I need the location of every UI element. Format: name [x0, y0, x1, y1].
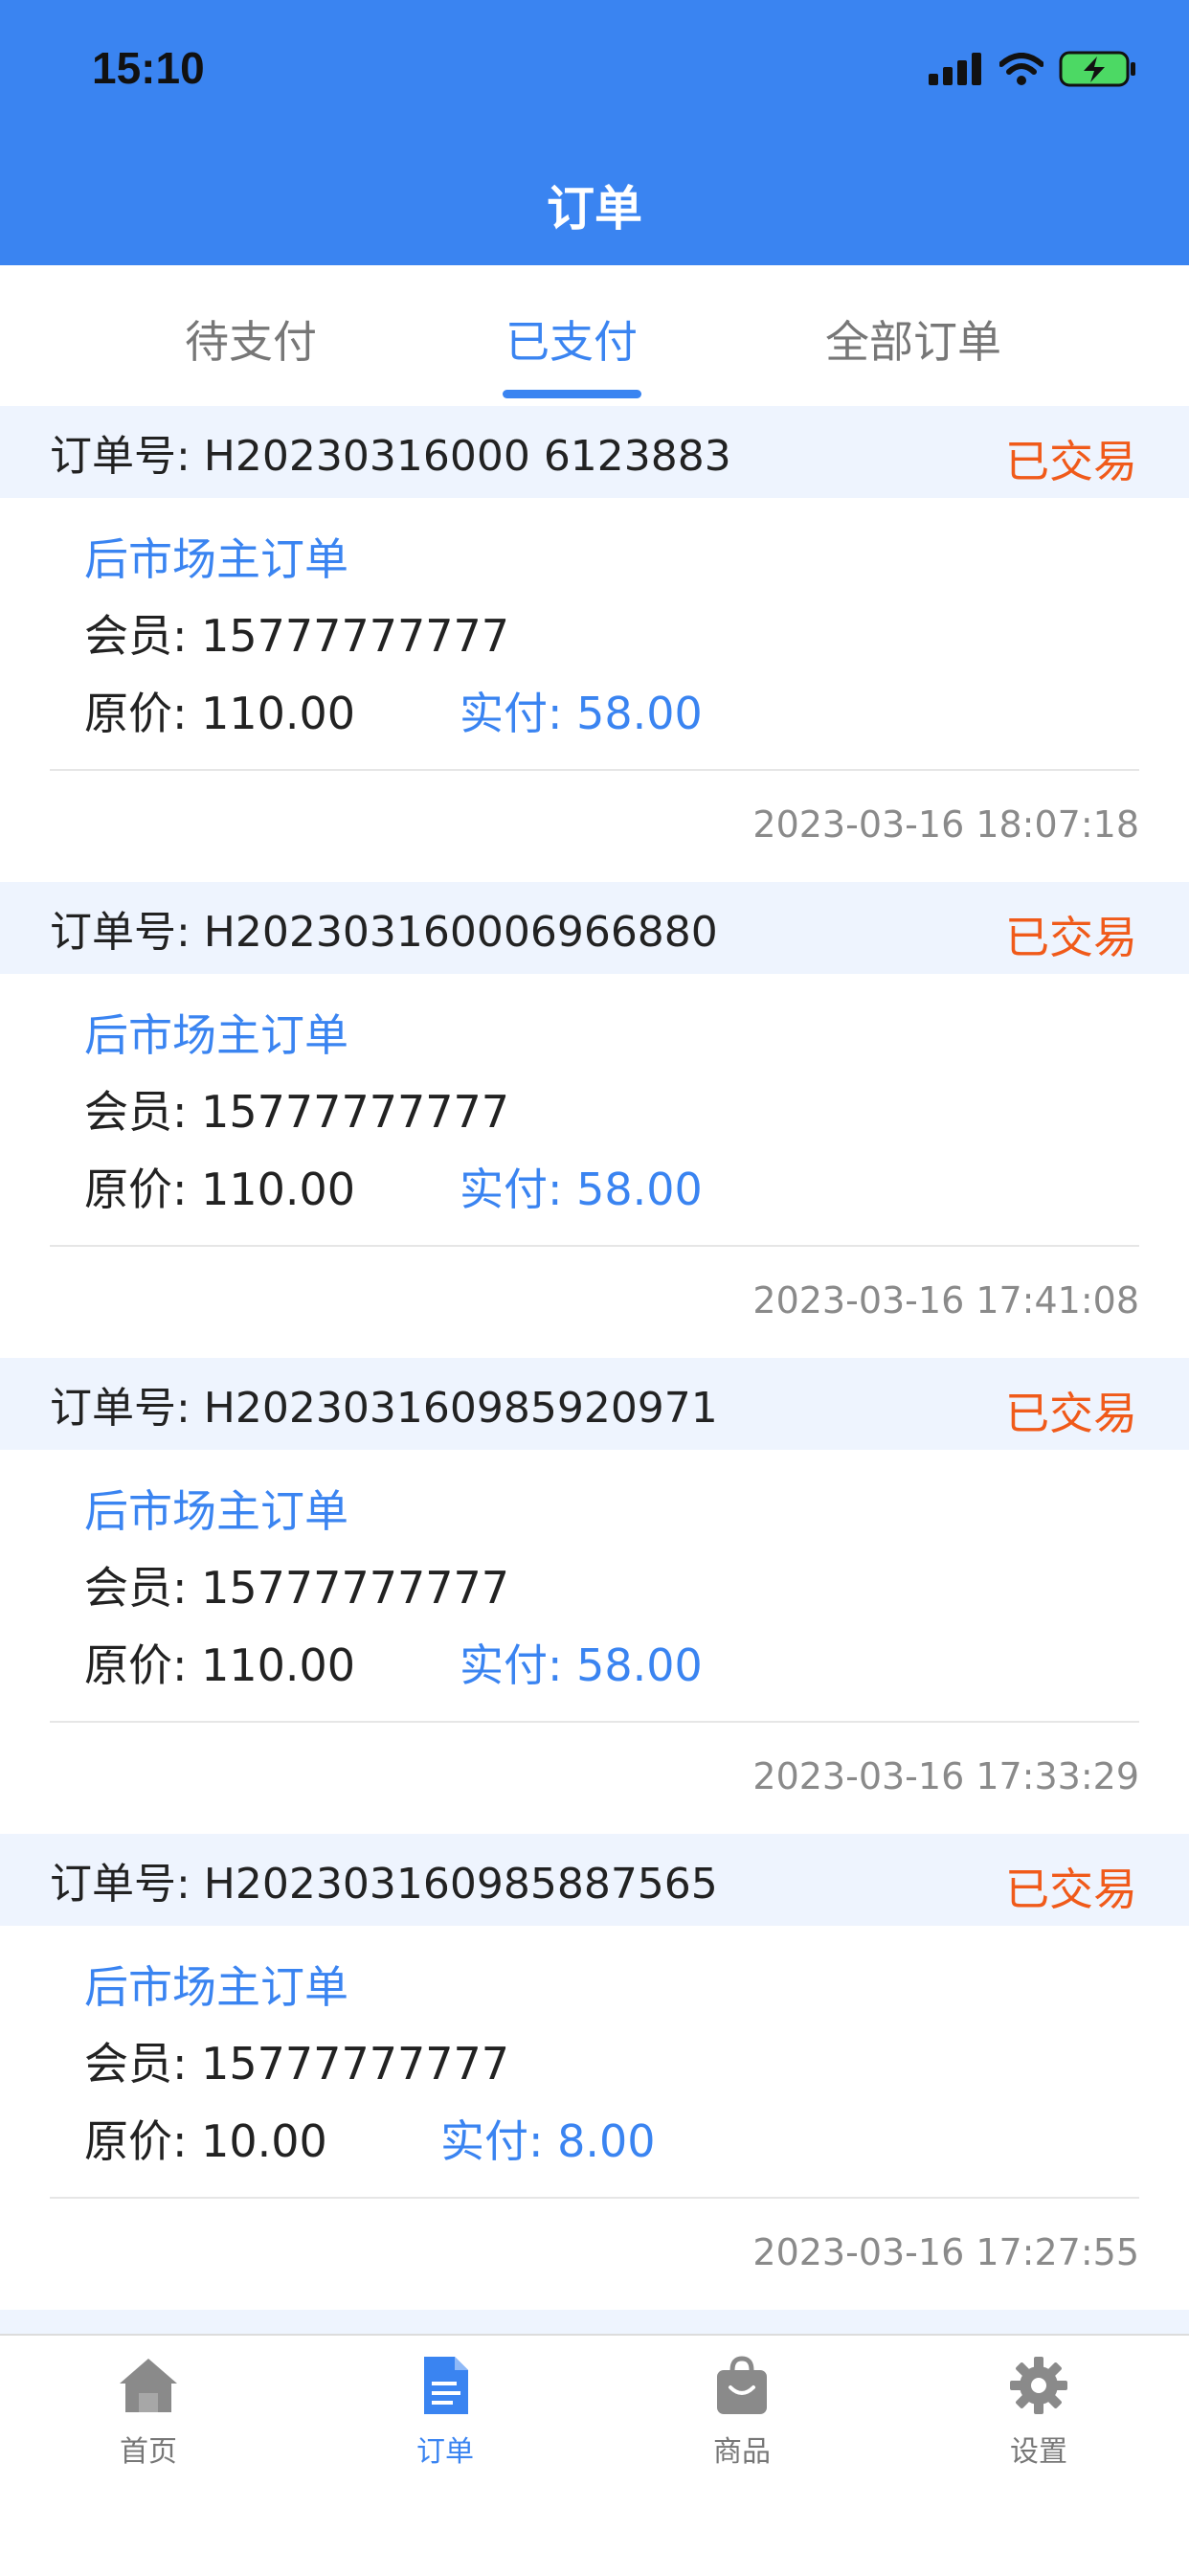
order-type: 后市场主订单 [84, 533, 348, 585]
order-card[interactable]: 订单号: H202303160006966880 已交易 后市场主订单 会员: … [0, 882, 1189, 1358]
order-header: 订单号: H202303160985920971 已交易 [0, 1358, 1189, 1450]
order-card[interactable]: 订单号: H202303160985887565 已交易 后市场主订单 会员: … [0, 1834, 1189, 2310]
gear-icon [1010, 2357, 1067, 2414]
order-original-price: 原价: 10.00 [84, 2115, 327, 2167]
order-time: 2023-03-16 18:07:18 [752, 803, 1139, 846]
order-type: 后市场主订单 [84, 1009, 348, 1061]
order-header: 订单号: H202303160006966880 已交易 [0, 882, 1189, 974]
page-title: 订单 [547, 181, 642, 237]
order-status: 已交易 [1005, 1864, 1137, 1915]
signal-icon [929, 53, 981, 85]
tabbar-home[interactable]: 首页 [53, 2355, 244, 2470]
status-time: 15:10 [92, 43, 205, 93]
order-header: 订单号: H202303160985887565 已交易 [0, 1834, 1189, 1926]
order-paid-amount: 实付: 58.00 [460, 1164, 703, 1215]
document-icon [424, 2357, 468, 2414]
order-tabs: 待支付 已支付 全部订单 [0, 265, 1189, 406]
order-list: 订单号: H20230316000 6123883 已交易 后市场主订单 会员:… [0, 406, 1189, 2367]
order-paid-amount: 实付: 8.00 [440, 2115, 656, 2167]
divider [50, 1245, 1139, 1247]
tabbar-label: 商品 [713, 2435, 771, 2469]
order-time: 2023-03-16 17:27:55 [752, 2231, 1139, 2273]
active-tab-indicator [503, 390, 641, 398]
home-icon [120, 2359, 177, 2412]
order-original-price: 原价: 110.00 [84, 688, 356, 739]
tab-paid[interactable]: 已支付 [428, 307, 715, 371]
order-paid-amount: 实付: 58.00 [460, 688, 703, 739]
tab-pending-payment[interactable]: 待支付 [107, 307, 394, 371]
order-status: 已交易 [1005, 436, 1137, 487]
shopping-bag-icon [717, 2356, 767, 2414]
order-card[interactable]: 订单号: H202303160985920971 已交易 后市场主订单 会员: … [0, 1358, 1189, 1834]
status-icons [929, 50, 1137, 88]
order-member: 会员: 15777777777 [84, 610, 510, 662]
tabbar-label: 首页 [120, 2435, 177, 2469]
bottom-tab-bar: 首页 订单 商品 设置 [0, 2334, 1189, 2576]
battery-charging-icon [1059, 51, 1135, 87]
order-member: 会员: 15777777777 [84, 2038, 510, 2090]
order-paid-amount: 实付: 58.00 [460, 1639, 703, 1691]
order-original-price: 原价: 110.00 [84, 1639, 356, 1691]
order-number: 订单号: H202303160985920971 [50, 1384, 718, 1433]
order-time: 2023-03-16 17:41:08 [752, 1279, 1139, 1322]
tab-all-orders[interactable]: 全部订单 [770, 307, 1057, 371]
wifi-icon [999, 53, 1043, 85]
order-number: 订单号: H202303160985887565 [50, 1860, 718, 1909]
order-time: 2023-03-16 17:33:29 [752, 1755, 1139, 1797]
order-status: 已交易 [1005, 912, 1137, 963]
order-status: 已交易 [1005, 1388, 1137, 1439]
app-header: 15:10 订单 [0, 0, 1189, 265]
order-type: 后市场主订单 [84, 1485, 348, 1537]
tabbar-settings[interactable]: 设置 [943, 2355, 1134, 2470]
order-number: 订单号: H202303160006966880 [50, 908, 718, 957]
order-original-price: 原价: 110.00 [84, 1164, 356, 1215]
tabbar-label: 设置 [1010, 2435, 1067, 2469]
divider [50, 1721, 1139, 1723]
order-number: 订单号: H20230316000 6123883 [50, 432, 731, 481]
tabbar-orders[interactable]: 订单 [349, 2355, 541, 2470]
tabbar-products[interactable]: 商品 [646, 2355, 838, 2470]
order-header: 订单号: H20230316000 6123883 已交易 [0, 406, 1189, 498]
divider [50, 769, 1139, 771]
divider [50, 2197, 1139, 2199]
order-card[interactable]: 订单号: H20230316000 6123883 已交易 后市场主订单 会员:… [0, 406, 1189, 882]
order-type: 后市场主订单 [84, 1961, 348, 2013]
order-member: 会员: 15777777777 [84, 1086, 510, 1138]
tabbar-label: 订单 [416, 2435, 474, 2469]
order-member: 会员: 15777777777 [84, 1562, 510, 1614]
